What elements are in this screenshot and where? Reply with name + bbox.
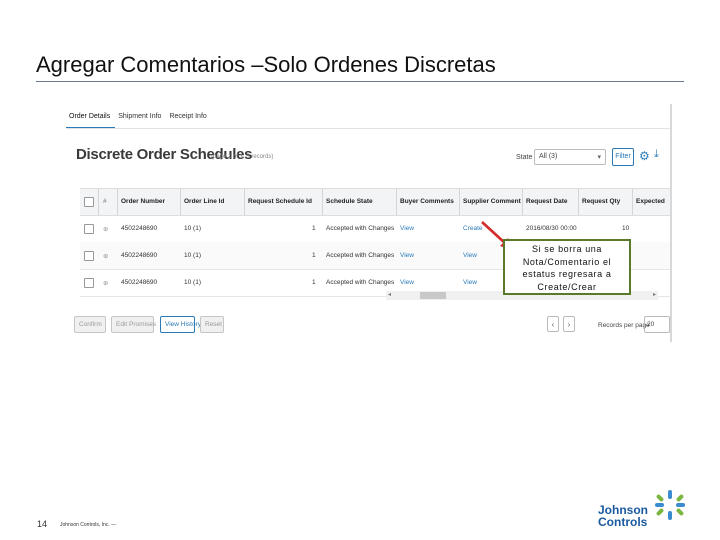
- column-divider: [98, 189, 99, 215]
- page-record-count: (page 1 of 1, 3 records): [211, 154, 274, 160]
- row-hash: ⊕: [103, 280, 109, 287]
- supplier-comment-link[interactable]: View: [463, 252, 477, 259]
- scroll-right-icon[interactable]: ▸: [653, 291, 656, 298]
- column-divider: [244, 189, 245, 215]
- reset-button[interactable]: Reset: [200, 316, 224, 333]
- schedule-state: Accepted with Changes: [326, 225, 395, 232]
- order-line-id: 10 (1): [184, 279, 201, 286]
- scroll-left-icon[interactable]: ◂: [388, 291, 391, 298]
- table-header: # Order Number Order Line Id Request Sch…: [80, 188, 672, 216]
- column-header[interactable]: Request Date: [526, 198, 578, 205]
- row-checkbox[interactable]: [84, 251, 94, 261]
- title-divider: [36, 81, 684, 82]
- hash-column-header: #: [103, 198, 107, 205]
- records-per-page-value: 20: [647, 321, 655, 328]
- column-divider: [578, 189, 579, 215]
- column-header[interactable]: Order Number: [121, 198, 179, 205]
- column-header[interactable]: Request Schedule Id: [248, 198, 320, 205]
- buyer-comment-link[interactable]: View: [400, 225, 414, 232]
- state-select[interactable]: All (3) ▾: [534, 149, 606, 165]
- tab-shipment-info[interactable]: Shipment Info: [115, 110, 166, 127]
- column-divider: [322, 189, 323, 215]
- records-per-page-select[interactable]: 20: [644, 316, 670, 333]
- records-per-page-label: Records per page: [598, 322, 650, 329]
- column-divider: [117, 189, 118, 215]
- company-logo: Johnson Controls: [598, 504, 648, 528]
- tab-bar: Order Details Shipment Info Receipt Info: [66, 110, 212, 129]
- column-header[interactable]: Expected: [636, 198, 672, 205]
- row-hash: ⊕: [103, 226, 109, 233]
- filter-button[interactable]: Filter: [612, 148, 634, 166]
- schedule-id: 1: [312, 279, 316, 286]
- order-number: 4502248690: [121, 225, 158, 232]
- column-header[interactable]: Supplier Comment: [463, 198, 521, 205]
- logo-mark-icon: [655, 490, 685, 520]
- chevron-down-icon: ▾: [597, 154, 601, 161]
- annotation-callout: Si se borra una Nota/Comentario el estat…: [503, 239, 631, 295]
- gear-icon[interactable]: ⚙: [639, 149, 650, 163]
- order-line-id: 10 (1): [184, 252, 201, 259]
- next-page-button[interactable]: ›: [563, 316, 575, 332]
- column-header[interactable]: Buyer Comments: [400, 198, 458, 205]
- tab-order-details[interactable]: Order Details: [66, 110, 116, 129]
- tabs-divider: [66, 128, 672, 129]
- buyer-comment-link[interactable]: View: [400, 279, 414, 286]
- tab-receipt-info[interactable]: Receipt Info: [166, 110, 211, 127]
- order-number: 4502248690: [121, 252, 158, 259]
- schedule-id: 1: [312, 252, 316, 259]
- page-number: 14: [37, 519, 48, 529]
- app-screenshot: Order Details Shipment Info Receipt Info…: [66, 104, 672, 344]
- column-header[interactable]: Schedule State: [326, 198, 394, 205]
- view-history-button[interactable]: View History: [160, 316, 201, 333]
- buyer-comment-link[interactable]: View: [400, 252, 414, 259]
- column-header[interactable]: Request Qty: [582, 198, 630, 205]
- row-checkbox[interactable]: [84, 278, 94, 288]
- schedule-id: 1: [312, 225, 316, 232]
- scrollbar-thumb[interactable]: [420, 292, 446, 299]
- column-divider: [459, 189, 460, 215]
- row-checkbox[interactable]: [84, 224, 94, 234]
- screenshot-border: [670, 104, 672, 342]
- edit-promises-button[interactable]: Edit Promises: [111, 316, 156, 333]
- order-number: 4502248690: [121, 279, 158, 286]
- logo-word-2: Controls: [598, 515, 648, 529]
- download-icon[interactable]: ⤓: [654, 148, 659, 161]
- schedule-state: Accepted with Changes: [326, 252, 395, 259]
- order-line-id: 10 (1): [184, 225, 201, 232]
- row-hash: ⊕: [103, 253, 109, 260]
- prev-page-button[interactable]: ‹: [547, 316, 559, 332]
- request-qty: 10: [622, 225, 630, 232]
- column-divider: [396, 189, 397, 215]
- state-select-value: All (3): [539, 153, 558, 160]
- column-divider: [180, 189, 181, 215]
- column-header[interactable]: Order Line Id: [184, 198, 242, 205]
- column-divider: [522, 189, 523, 215]
- column-divider: [632, 189, 633, 215]
- confirm-button[interactable]: Confirm: [74, 316, 106, 333]
- request-date: 2016/08/30 00:00: [526, 225, 577, 232]
- slide-title: Agregar Comentarios –Solo Ordenes Discre…: [36, 52, 496, 77]
- select-all-checkbox[interactable]: [84, 197, 94, 207]
- schedule-state: Accepted with Changes: [326, 279, 395, 286]
- state-label: State: [516, 154, 533, 161]
- supplier-comment-link[interactable]: View: [463, 279, 477, 286]
- footer-copyright: Johnson Controls, Inc. —: [60, 522, 117, 528]
